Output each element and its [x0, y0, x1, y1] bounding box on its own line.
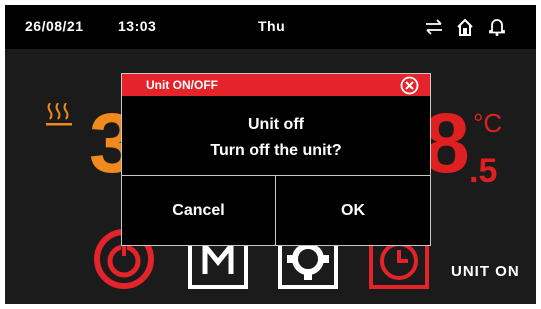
dialog-title: Unit ON/OFF: [146, 78, 218, 92]
dialog-message-body: Turn off the unit?: [210, 142, 342, 159]
ok-button[interactable]: OK: [276, 176, 430, 245]
temperature-unit: °C: [473, 108, 503, 138]
device-screen: 26/08/21 13:03 Thu 3 8 °C .5 UNIT ON Uni…: [5, 5, 536, 304]
home-icon[interactable]: [455, 17, 475, 37]
unit-status-label: UNIT ON: [451, 263, 520, 280]
bell-icon[interactable]: [487, 17, 507, 37]
dialog-message-title: Unit off: [248, 116, 304, 133]
status-time: 13:03: [118, 18, 157, 34]
unit-onoff-dialog: Unit ON/OFF Unit off Turn off the unit? …: [121, 73, 431, 246]
status-day: Thu: [258, 18, 286, 34]
close-icon[interactable]: [400, 76, 419, 95]
transfer-arrows-icon[interactable]: [424, 17, 444, 37]
heating-icon: [46, 103, 72, 126]
dialog-header: Unit ON/OFF: [122, 74, 430, 96]
cancel-button[interactable]: Cancel: [122, 176, 276, 245]
status-date: 26/08/21: [25, 18, 84, 34]
status-bar: 26/08/21 13:03 Thu: [5, 5, 536, 49]
dialog-message: Unit off Turn off the unit?: [122, 96, 430, 176]
temperature-decimal: .5: [469, 152, 498, 190]
